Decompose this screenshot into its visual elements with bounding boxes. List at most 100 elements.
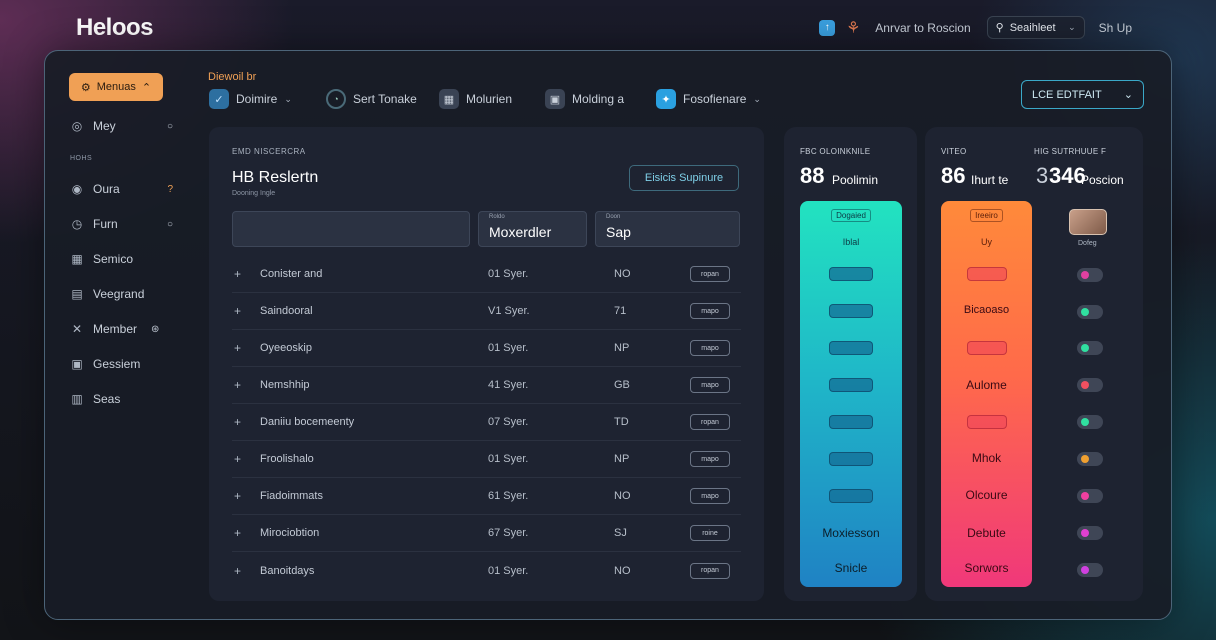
row-action-pill[interactable]: mapo: [690, 451, 730, 467]
bar-slot[interactable]: [966, 267, 1007, 281]
plus-icon[interactable]: +: [234, 526, 250, 540]
menu-button[interactable]: ⚙ Menuas ⌃: [69, 73, 163, 101]
row-action-pill[interactable]: mapo: [690, 303, 730, 319]
sidebar-item-veegrand[interactable]: ▤ Veegrand: [69, 287, 173, 301]
row-action-pill[interactable]: ropan: [690, 266, 730, 282]
row-action-pill[interactable]: mapo: [690, 488, 730, 504]
row-action-pill[interactable]: mapo: [690, 377, 730, 393]
plus-icon[interactable]: +: [234, 489, 250, 503]
bar-text: Debute: [967, 526, 1006, 540]
row-name: Fiadoimmats: [260, 490, 323, 502]
row-action-pill[interactable]: ropan: [690, 562, 730, 579]
bar-slot[interactable]: [829, 489, 873, 503]
sidebar-item-gessiem[interactable]: ▣ Gessiem: [69, 357, 173, 371]
table-row[interactable]: + Froolishalo 01 Syer. NP mapo: [232, 441, 741, 478]
support-button[interactable]: Eisicis Supinure: [629, 165, 739, 191]
status-toggle[interactable]: [1077, 378, 1103, 392]
table-row[interactable]: + Conister and 01 Syer. NO ropan: [232, 256, 741, 293]
row-time: 01 Syer.: [488, 268, 529, 280]
bar-slot[interactable]: [829, 341, 873, 355]
app-title: Heloos: [76, 14, 154, 41]
stat-number: 88: [800, 163, 825, 188]
window-icon: ▤: [71, 287, 83, 301]
plus-icon[interactable]: +: [234, 341, 250, 355]
bar-slot[interactable]: [829, 415, 873, 429]
check-icon: ✓: [209, 89, 229, 109]
toolbar-item-fosofienare[interactable]: ✦ Fosofienare ⌄: [656, 89, 761, 109]
notification-icon[interactable]: ↑: [819, 19, 836, 36]
sidebar-item-mey[interactable]: ◎ Mey ○: [69, 119, 173, 133]
card-kicker: EMD NISCERCRA: [232, 147, 306, 156]
warm-gradient-bar: Ireeiro Uy Bicaoaso Aulome Mhok Olcoure …: [941, 201, 1032, 587]
status-toggle[interactable]: [1077, 305, 1103, 319]
status-toggle[interactable]: [1077, 268, 1103, 282]
edit-dropdown-button[interactable]: LCE EDTFAIT ⌄: [1021, 80, 1144, 109]
filter-field-role[interactable]: Roldo Moxerdler: [478, 211, 587, 247]
table-row[interactable]: + Fiadoimmats 61 Syer. NO mapo: [232, 478, 741, 515]
toolbar-item-sert-tonake[interactable]: ◔ Sert Tonake: [326, 89, 417, 109]
row-action-pill[interactable]: roine: [690, 525, 730, 541]
row-action-pill[interactable]: mapo: [690, 340, 730, 356]
status-toggle[interactable]: [1077, 489, 1103, 503]
toggle-dot: [1081, 381, 1089, 389]
toolbar-item-label: Doimire: [236, 92, 278, 106]
sidebar-item-label: Oura: [93, 182, 120, 196]
row-name: Conister and: [260, 268, 323, 280]
search-icon: ⚲: [995, 22, 1004, 34]
toggle-dot: [1081, 455, 1089, 463]
table-row[interactable]: + Oyeeoskip 01 Syer. NP mapo: [232, 330, 741, 367]
toolbar-item-molurien[interactable]: ▦ Molurien: [439, 89, 512, 109]
bar-slot[interactable]: [829, 452, 873, 466]
sidebar-item-semico[interactable]: ▦ Semico: [69, 252, 173, 266]
status-toggle[interactable]: [1077, 563, 1103, 577]
bar-text: Moxiesson: [822, 526, 880, 540]
panel-icon: ▣: [545, 89, 565, 109]
bar-slot[interactable]: [966, 341, 1007, 355]
filter-field-door[interactable]: Doon Sap: [595, 211, 740, 247]
plus-icon[interactable]: +: [234, 267, 250, 281]
avatar[interactable]: [1069, 209, 1107, 235]
search-dropdown[interactable]: ⚲ Seaihleet ⌄: [986, 16, 1085, 39]
row-action-pill[interactable]: ropan: [690, 414, 730, 430]
row-name: Froolishalo: [260, 453, 314, 465]
stat-unit-secondary: Poscion: [1081, 173, 1124, 187]
plus-icon[interactable]: +: [234, 304, 250, 318]
toggle-dot: [1081, 566, 1089, 574]
signup-link[interactable]: Sh Up: [1099, 21, 1132, 35]
row-name: Oyeeoskip: [260, 342, 312, 354]
sidebar-item-label: Member: [93, 322, 138, 336]
sidebar-item-seas[interactable]: ▥ Seas: [69, 392, 173, 406]
twitter-icon: ✦: [656, 89, 676, 109]
plus-icon[interactable]: +: [234, 452, 250, 466]
toolbar-item-molding[interactable]: ▣ Molding a: [545, 89, 624, 109]
clock-icon: ◷: [71, 217, 83, 231]
stat-label: FBC OLOINKNILE: [800, 147, 871, 156]
sidebar-item-furn[interactable]: ◷ Furn ○: [69, 217, 173, 231]
table-row[interactable]: + Mirociobtion 67 Syer. SJ roine: [232, 515, 741, 552]
bar-slot[interactable]: [829, 267, 873, 281]
table-row[interactable]: + Nemshhip 41 Syer. GB mapo: [232, 367, 741, 404]
status-toggle[interactable]: [1077, 341, 1103, 355]
topbar-link[interactable]: Anrvar to Roscion: [875, 21, 970, 35]
plus-icon[interactable]: +: [234, 415, 250, 429]
plus-icon[interactable]: +: [234, 564, 250, 578]
bar-slot[interactable]: [966, 415, 1007, 429]
table-row[interactable]: + Banoitdays 01 Syer. NO ropan: [232, 552, 741, 589]
row-code: 71: [614, 305, 627, 317]
table-row[interactable]: + Daniiu bocemeenty 07 Syer. TD ropan: [232, 404, 741, 441]
sidebar-item-oura[interactable]: ◉ Oura ?: [69, 182, 173, 196]
bar-slot[interactable]: [829, 304, 873, 318]
status-toggle[interactable]: [1077, 415, 1103, 429]
mushroom-icon[interactable]: ⚘: [845, 20, 861, 37]
status-toggle[interactable]: [1077, 452, 1103, 466]
toolbar-item-doimire[interactable]: ✓ Doimire ⌄: [209, 89, 292, 109]
sidebar-item-member[interactable]: ✕ Member ⊛: [69, 322, 173, 336]
sidebar-item-label: Semico: [93, 252, 134, 266]
table-row[interactable]: + Saindooral V1 Syer. 71 mapo: [232, 293, 741, 330]
status-toggle[interactable]: [1077, 526, 1103, 540]
bar-head: Dogaied: [800, 209, 902, 222]
plus-icon[interactable]: +: [234, 378, 250, 392]
filter-field-empty[interactable]: [232, 211, 470, 247]
bar-slot[interactable]: [829, 378, 873, 392]
sidebar-item-label: Seas: [93, 392, 121, 406]
